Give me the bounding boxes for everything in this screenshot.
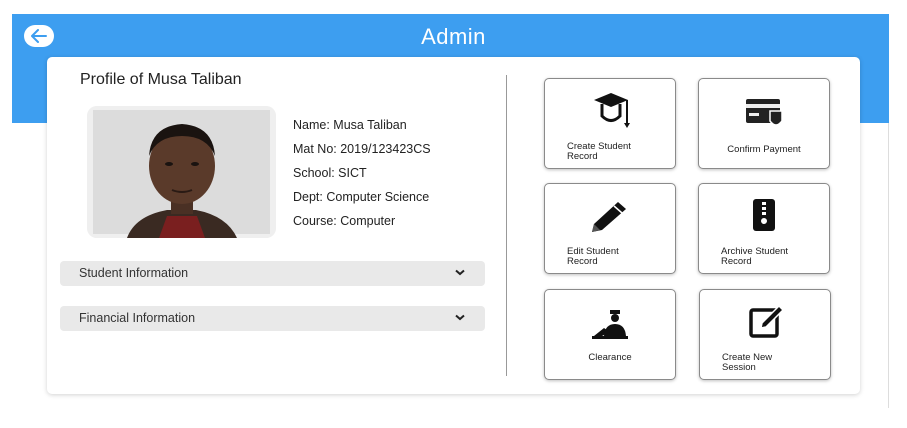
student-dept: Dept: Computer Science xyxy=(293,190,430,204)
accordion-label: Student Information xyxy=(79,266,189,280)
chevron-down-icon xyxy=(455,314,465,321)
tile-label-line1: Clearance xyxy=(588,352,632,363)
tile-label-line2: Record xyxy=(567,151,598,162)
student-name: Name: Musa Taliban xyxy=(293,118,407,132)
graduation-cap-icon xyxy=(594,93,630,128)
accordion-label: Financial Information xyxy=(79,311,196,325)
create-student-record-button[interactable]: Create Student Record xyxy=(544,78,676,169)
tile-label-line2: Record xyxy=(567,256,598,267)
tile-label-line2: Record xyxy=(721,256,752,267)
payment-card-shield-icon xyxy=(746,99,783,126)
student-information-accordion[interactable]: Student Information xyxy=(60,261,485,286)
archive-zip-icon xyxy=(753,199,775,231)
clearance-button[interactable]: Clearance xyxy=(544,289,676,380)
student-photo xyxy=(87,106,276,238)
vertical-divider xyxy=(506,75,507,376)
pencil-icon xyxy=(592,202,626,232)
edge-line xyxy=(888,123,889,408)
page-title: Admin xyxy=(421,24,486,49)
chevron-down-icon xyxy=(455,269,465,276)
avatar xyxy=(87,106,276,238)
clearance-officer-icon xyxy=(592,310,628,339)
main-card: Profile of Musa Taliban Name: Musa Talib… xyxy=(47,57,860,394)
tile-label-line2: Session xyxy=(722,362,756,373)
new-session-edit-icon xyxy=(749,304,785,338)
financial-information-accordion[interactable]: Financial Information xyxy=(60,306,485,331)
profile-title: Profile of Musa Taliban xyxy=(80,71,242,88)
student-mat-no: Mat No: 2019/123423CS xyxy=(293,142,431,156)
edit-student-record-button[interactable]: Edit Student Record xyxy=(544,183,676,274)
tile-label-line1: Confirm Payment xyxy=(727,144,801,155)
create-new-session-button[interactable]: Create New Session xyxy=(699,289,831,380)
student-school: School: SICT xyxy=(293,166,367,180)
archive-student-record-button[interactable]: Archive Student Record xyxy=(698,183,830,274)
confirm-payment-button[interactable]: Confirm Payment xyxy=(698,78,830,169)
student-course: Course: Computer xyxy=(293,214,396,228)
